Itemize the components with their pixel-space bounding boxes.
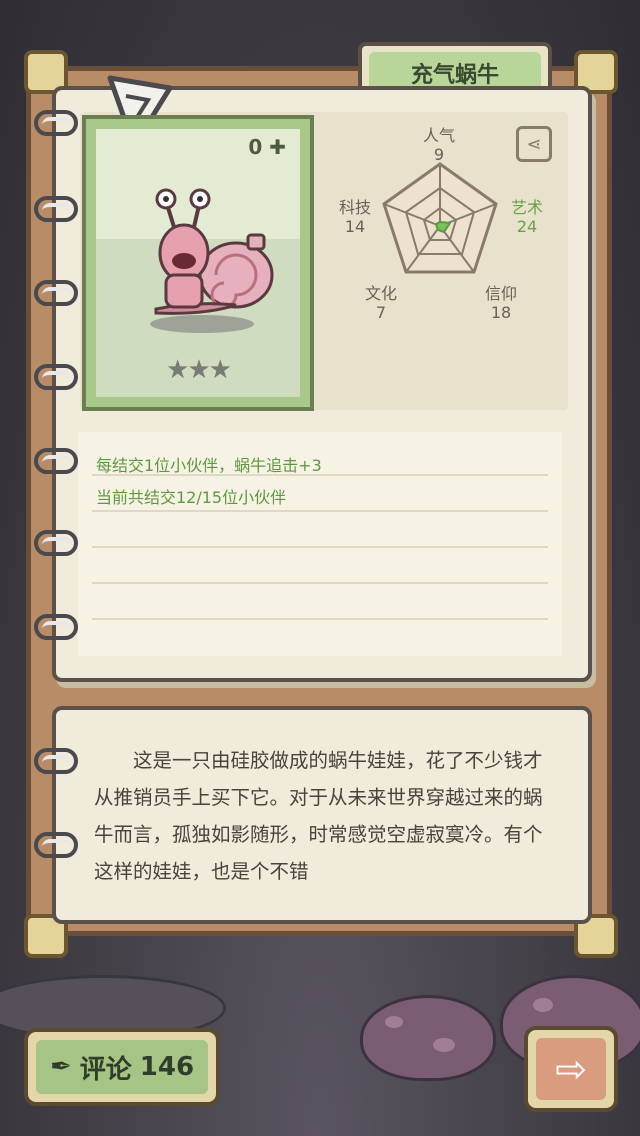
puzzle-piece-icon: ✚ (269, 135, 286, 159)
snail-creature-icon (154, 188, 274, 315)
lore-text: 这是一只由硅胶做成的蜗牛娃娃，花了不少钱才从推销员手上买下它。对于从未来世界穿越… (94, 749, 543, 883)
stat-popularity: 人气 9 (416, 126, 462, 164)
binder-ring (34, 196, 78, 222)
binder-ring (34, 530, 78, 556)
binder-ring (34, 110, 78, 136)
comment-count: 146 (139, 1052, 195, 1082)
binder-ring (34, 832, 78, 858)
binder-ring (34, 280, 78, 306)
quill-icon: ✒ (49, 1052, 72, 1082)
star-rating: ★★★ (166, 355, 232, 385)
stat-popularity-value: 9 (433, 145, 445, 164)
owned-count-value: 0 (248, 135, 263, 159)
ability-line-2: 当前共结交12/15位小伙伴 (96, 488, 287, 507)
stat-tech-label: 科技 (338, 198, 371, 217)
stat-popularity-label: 人气 (422, 126, 455, 145)
binder-ring (34, 448, 78, 474)
comment-button-face: ✒ 评论 146 (36, 1040, 208, 1094)
next-button[interactable]: ⇨ (524, 1026, 618, 1112)
ruled-line (92, 618, 548, 620)
comment-button[interactable]: ✒ 评论 146 (24, 1028, 220, 1106)
stat-belief: 信仰 18 (478, 284, 524, 322)
stat-tech: 科技 14 (332, 198, 378, 236)
stat-culture-label: 文化 (364, 284, 397, 303)
ability-line-1: 每结交1位小伙伴，蜗牛追击+3 (96, 456, 322, 475)
stat-art: 艺术 24 (504, 198, 550, 236)
stat-art-value: 24 (516, 217, 538, 236)
binder-ring (34, 614, 78, 640)
stat-belief-label: 信仰 (484, 284, 517, 303)
share-button[interactable]: ⋖ (516, 126, 552, 162)
ruled-line (92, 546, 548, 548)
lore-page: 这是一只由硅胶做成的蜗牛娃娃，花了不少钱才从推销员手上买下它。对于从未来世界穿越… (52, 706, 592, 924)
owned-count: 0 ✚ (248, 135, 286, 159)
binder-ring (34, 364, 78, 390)
card-portrait: 0 ✚ ★★★ (96, 129, 300, 397)
comment-label: 评论 (79, 1054, 132, 1085)
stat-culture-value: 7 (375, 303, 387, 322)
stat-tech-value: 14 (344, 217, 366, 236)
ruled-line (92, 510, 548, 512)
stats-radar-chart (382, 162, 498, 274)
arrow-right-icon: ⇨ (555, 1047, 587, 1091)
ability-description: 每结交1位小伙伴，蜗牛追击+3 当前共结交12/15位小伙伴 (78, 432, 562, 656)
background-mushroom (360, 995, 496, 1081)
creature-card: 0 ✚ ★★★ (82, 115, 314, 411)
stat-belief-value: 18 (490, 303, 512, 322)
next-button-face: ⇨ (536, 1038, 606, 1100)
binder-ring (34, 748, 78, 774)
stat-art-label: 艺术 (510, 198, 543, 217)
share-icon: ⋖ (526, 133, 542, 155)
stat-culture: 文化 7 (358, 284, 404, 322)
ruled-line (92, 582, 548, 584)
